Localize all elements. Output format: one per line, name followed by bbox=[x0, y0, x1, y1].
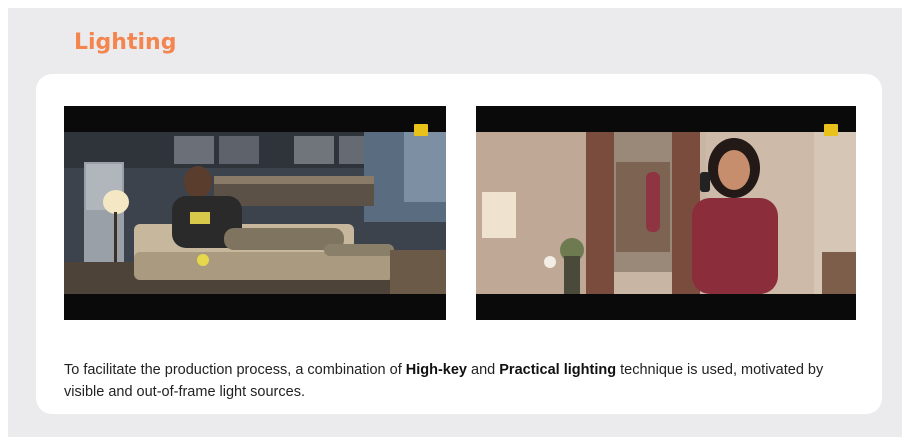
content-card: To facilitate the production process, a … bbox=[36, 74, 882, 414]
logo-badge-icon bbox=[824, 124, 838, 136]
slide-title: Lighting bbox=[74, 30, 177, 55]
caption-bold-practical-lighting: Practical lighting bbox=[499, 361, 617, 378]
caption-part-1: To facilitate the production process, a … bbox=[64, 361, 406, 378]
caption-part-2: and bbox=[467, 361, 500, 378]
film-still-left bbox=[64, 106, 446, 320]
caption-text: To facilitate the production process, a … bbox=[64, 359, 854, 403]
logo-badge-icon bbox=[414, 124, 428, 136]
slide: Lighting To facilitate the production pr… bbox=[8, 8, 902, 437]
film-still-right-image bbox=[476, 132, 856, 294]
film-still-right bbox=[476, 106, 856, 320]
film-still-left-image bbox=[64, 132, 446, 294]
caption-bold-high-key: High-key bbox=[405, 361, 467, 378]
